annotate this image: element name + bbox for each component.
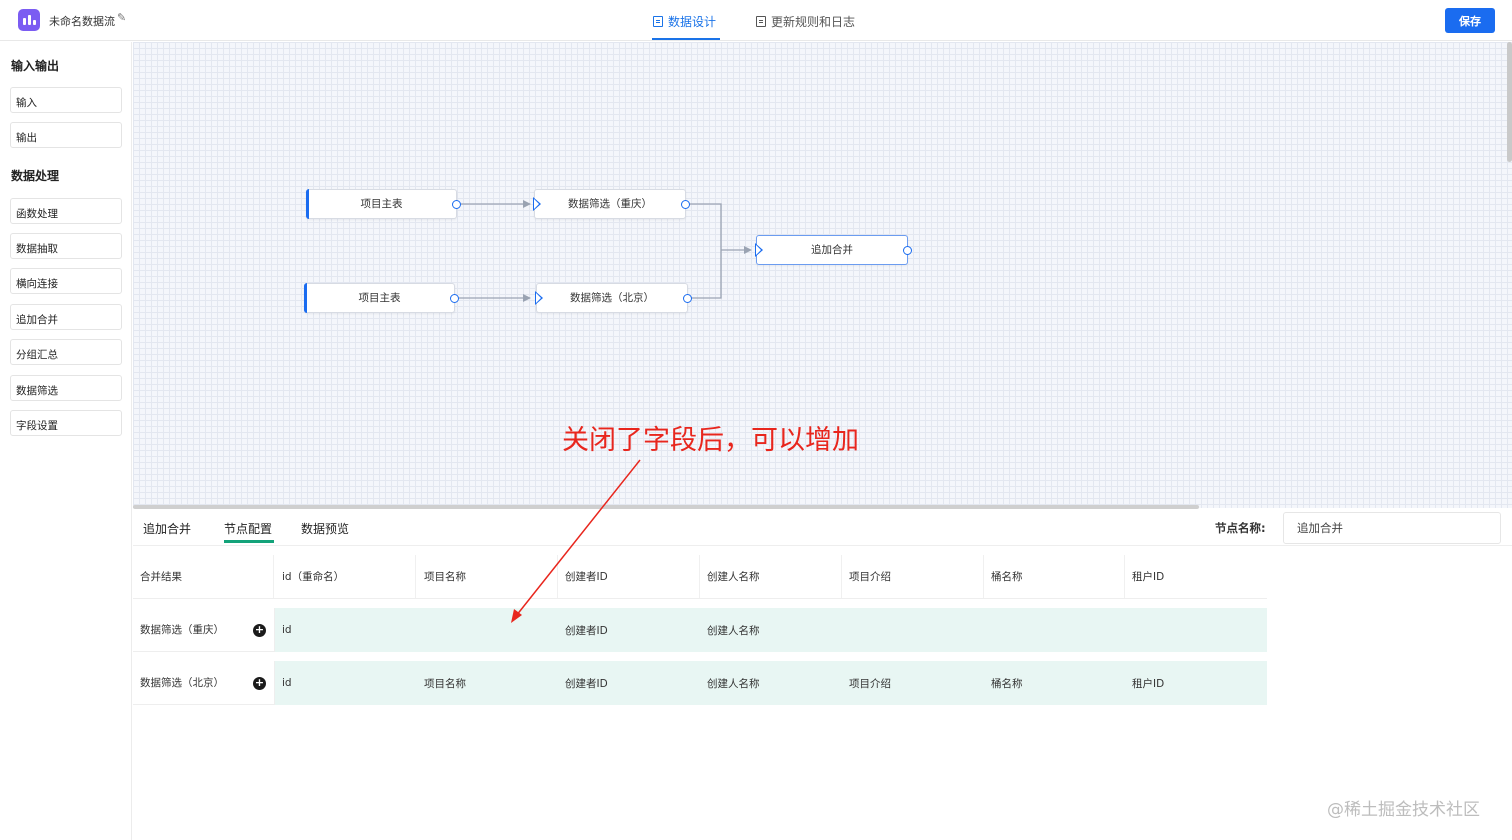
header-cell: 创建人名称 <box>700 555 842 598</box>
sidebar-item-function[interactable]: 函数处理 <box>10 198 122 224</box>
input-port[interactable] <box>755 243 763 257</box>
field-cell[interactable] <box>417 608 558 652</box>
sidebar-item-filter[interactable]: 数据筛选 <box>10 375 122 401</box>
field-cell[interactable]: 创建人名称 <box>700 661 842 705</box>
dataflow-title[interactable]: 未命名数据流 <box>49 13 115 29</box>
node-name-input[interactable] <box>1283 512 1501 544</box>
field-cell[interactable] <box>842 608 984 652</box>
header-cell: 租户ID <box>1132 571 1165 583</box>
canvas-vertical-scrollbar[interactable] <box>1507 42 1512 162</box>
tab-append-merge[interactable]: 追加合并 <box>143 520 191 537</box>
edit-icon[interactable]: ✎ <box>117 11 126 24</box>
document-icon <box>756 16 766 27</box>
top-bar: 未命名数据流 ✎ 数据设计 更新规则和日志 保存 <box>0 0 1512 41</box>
node-main-table-2[interactable]: 项目主表 <box>304 283 459 313</box>
save-button[interactable]: 保存 <box>1445 8 1495 33</box>
header-cell: 合并结果 <box>133 555 274 598</box>
watermark: @稀土掘金技术社区 <box>1327 800 1480 820</box>
tab-node-config[interactable]: 节点配置 <box>224 520 272 537</box>
field-cell[interactable]: 创建者ID <box>558 608 700 652</box>
output-port[interactable] <box>452 200 461 209</box>
field-cell[interactable]: id <box>275 661 416 705</box>
field-cell[interactable]: 项目名称 <box>417 661 558 705</box>
section-title-processing: 数据处理 <box>11 169 60 183</box>
annotation-text: 关闭了字段后，可以增加 <box>562 425 859 456</box>
header-cell: 项目介绍 <box>842 555 984 598</box>
output-port[interactable] <box>450 294 459 303</box>
field-cell[interactable]: 创建人名称 <box>700 608 842 652</box>
node-name-label: 节点名称: <box>1215 521 1266 535</box>
add-field-icon[interactable]: + <box>253 624 266 637</box>
header-cell: 创建者ID <box>558 555 700 598</box>
table-row: 数据筛选（北京） + id 项目名称 创建者ID 创建人名称 项目介绍 桶名称 … <box>133 661 1267 705</box>
field-cell[interactable] <box>1125 608 1267 652</box>
output-port[interactable] <box>903 246 912 255</box>
table-row: 数据筛选（重庆） + id 创建者ID 创建人名称 <box>133 608 1267 652</box>
field-cell[interactable]: 桶名称 <box>984 661 1125 705</box>
panel-tab-indicator <box>224 540 274 543</box>
header-cell: id（重命名） <box>275 555 416 598</box>
output-port[interactable] <box>681 200 690 209</box>
active-tab-indicator <box>652 38 720 40</box>
sidebar-item-input[interactable]: 输入 <box>10 87 122 113</box>
input-port[interactable] <box>533 197 541 211</box>
header-cell: 桶名称 <box>984 555 1125 598</box>
sidebar-item-join[interactable]: 横向连接 <box>10 268 122 294</box>
section-title-io: 输入输出 <box>11 59 60 73</box>
tab-update-rules[interactable]: 更新规则和日志 <box>756 13 855 30</box>
node-filter-beijing[interactable]: 数据筛选（北京） <box>535 283 692 313</box>
sidebar-item-output[interactable]: 输出 <box>10 122 122 148</box>
tab-data-preview[interactable]: 数据预览 <box>301 520 349 537</box>
header-cell: 项目名称 <box>417 555 558 598</box>
app-logo-icon <box>18 9 40 31</box>
sidebar-item-extract[interactable]: 数据抽取 <box>10 233 122 259</box>
sidebar-item-fields[interactable]: 字段设置 <box>10 410 122 436</box>
design-icon <box>653 16 663 27</box>
field-cell[interactable] <box>984 608 1125 652</box>
node-main-table-1[interactable]: 项目主表 <box>306 189 461 219</box>
sidebar-item-append[interactable]: 追加合并 <box>10 304 122 330</box>
panel-divider <box>133 545 1512 546</box>
field-cell[interactable]: id <box>275 608 416 652</box>
node-append-merge[interactable]: 追加合并 <box>755 235 912 265</box>
field-cell[interactable]: 创建者ID <box>558 661 700 705</box>
node-config-panel: 追加合并 节点配置 数据预览 节点名称: 合并结果 id（重命名） 项目名称 创… <box>133 509 1512 840</box>
sidebar-item-group[interactable]: 分组汇总 <box>10 339 122 365</box>
tab-data-design[interactable]: 数据设计 <box>653 13 716 30</box>
table-header-row: 合并结果 id（重命名） 项目名称 创建者ID 创建人名称 项目介绍 桶名称 租… <box>133 555 1267 599</box>
add-field-icon[interactable]: + <box>253 677 266 690</box>
node-filter-chongqing[interactable]: 数据筛选（重庆） <box>533 189 690 219</box>
input-port[interactable] <box>535 291 543 305</box>
field-cell[interactable]: 项目介绍 <box>842 661 984 705</box>
output-port[interactable] <box>683 294 692 303</box>
component-sidebar: 输入输出 输入 输出 数据处理 函数处理 数据抽取 横向连接 追加合并 分组汇总… <box>0 42 132 840</box>
field-cell[interactable]: 租户ID <box>1125 661 1267 705</box>
